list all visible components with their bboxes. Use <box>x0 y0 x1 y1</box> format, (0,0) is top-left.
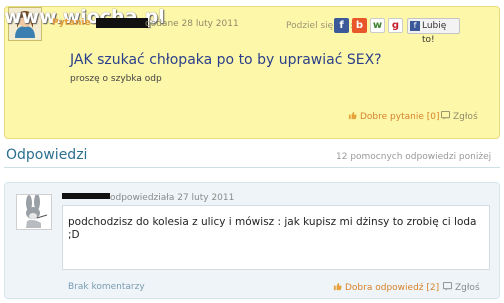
report-answer-button[interactable]: Zgłoś <box>443 282 480 293</box>
redacted-answerer-name <box>62 193 110 199</box>
comments-link[interactable]: Brak komentarzy <box>68 282 145 292</box>
report-question-button[interactable]: Zgłoś <box>441 111 478 122</box>
blip-icon[interactable]: b <box>352 18 367 33</box>
facebook-like-button[interactable]: f Lubię to! <box>407 18 460 45</box>
report-icon <box>443 282 452 291</box>
question-title: JAK szukać chłopaka po to by uprawiać SE… <box>70 52 382 68</box>
facebook-like-icon: f <box>410 21 420 31</box>
grono-icon[interactable]: g <box>388 18 403 33</box>
answers-heading: Odpowiedzi <box>6 147 88 163</box>
question-description: proszę o szybka odp <box>70 74 162 84</box>
wykop-icon[interactable]: w <box>370 18 385 33</box>
report-label: Zgłoś <box>453 112 478 122</box>
good-answer-label: Dobra odpowiedź [2] <box>345 283 440 293</box>
thumbs-up-icon <box>333 282 342 291</box>
good-question-label: Dobre pytanie [0] <box>360 112 440 122</box>
report-label: Zgłoś <box>455 283 480 293</box>
answer-text: podchodzisz do kolesia z ulicy i mówisz … <box>68 216 477 241</box>
facebook-icon[interactable]: f <box>334 18 349 33</box>
answerer-avatar[interactable] <box>16 194 52 230</box>
section-divider <box>4 167 500 168</box>
bugs-bunny-avatar-icon <box>17 194 51 229</box>
good-answer-button[interactable]: Dobra odpowiedź [2] <box>333 282 439 293</box>
report-icon <box>441 111 450 120</box>
answers-count: 12 pomocnych odpowiedzi poniżej <box>336 152 492 162</box>
good-question-button[interactable]: Dobre pytanie [0] <box>348 111 439 122</box>
redacted-username <box>96 18 148 28</box>
thumbs-up-icon <box>348 111 357 120</box>
answer-date: odpowiedziała 27 luty 2011 <box>110 193 235 203</box>
asker-label[interactable]: Pytanie <box>52 18 91 28</box>
question-date: dodane 28 luty 2011 <box>145 19 239 29</box>
